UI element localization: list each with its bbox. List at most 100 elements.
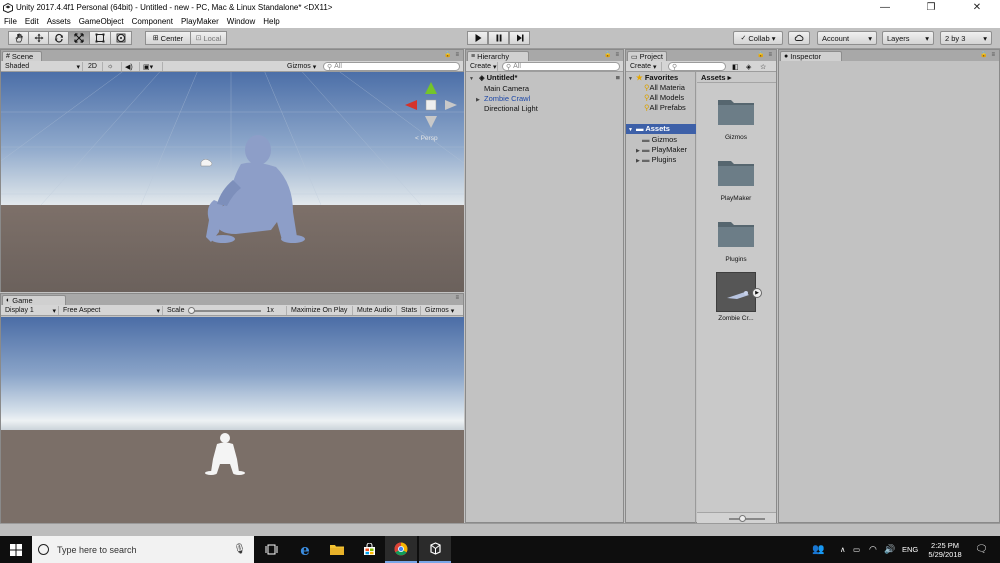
icon-size-slider-thumb[interactable] [739,515,747,522]
asset-folder-plugins[interactable]: Plugins [707,218,765,263]
microphone-icon[interactable]: 🎙 [233,544,246,555]
taskbar-store[interactable] [353,536,385,563]
layout-dropdown[interactable]: 2 by 3 ▾ [940,31,992,45]
play-button[interactable] [467,31,488,45]
scale-tool-button[interactable] [68,31,90,45]
scene-effects-dropdown[interactable]: ▣▾ [141,62,163,71]
close-window-button[interactable]: ✕ [954,0,1000,15]
step-button[interactable] [509,31,530,45]
hand-tool-button[interactable] [8,31,29,45]
collab-dropdown[interactable]: ✓ Collab ▾ [733,31,783,45]
caret-down-icon[interactable]: ▼ [469,76,477,82]
tab-inspector[interactable]: ● Inspector [780,51,842,61]
menu-gameobject[interactable]: GameObject [79,17,124,26]
rect-tool-button[interactable] [89,31,111,45]
start-button[interactable] [0,536,32,563]
tree-folder-plugins[interactable]: ▶ ▬ Plugins [636,155,676,164]
taskbar-file-explorer[interactable] [321,536,353,563]
assets-root-row[interactable]: ▼ ▬ Assets [626,124,696,134]
panel-menu-icon[interactable]: ≡ [455,295,460,301]
hierarchy-search-input[interactable]: ⚲ All [502,62,620,71]
panel-menu-icon[interactable]: 🔒 ≡ [444,51,460,58]
asset-folder-gizmos[interactable]: Gizmos [707,96,765,141]
projection-label[interactable]: < Persp [415,135,438,142]
filter-by-label-button[interactable]: ◈ [744,62,756,71]
maximize-on-play-toggle[interactable]: Maximize On Play [289,306,353,315]
mute-audio-toggle[interactable]: Mute Audio [355,306,397,315]
2d-mode-toggle[interactable]: 2D [86,62,103,71]
scene-root-row[interactable]: ▼ ◈ Untitled* ≡ [469,73,621,82]
panel-menu-icon[interactable]: 🔒 ≡ [604,51,620,58]
tab-scene[interactable]: # Scene [2,51,42,61]
scene-viewport[interactable]: < Persp [1,72,464,292]
taskbar-search-input[interactable]: Type here to search 🎙 [32,536,254,563]
maximize-button[interactable]: ❐ [908,0,954,15]
space-local-toggle[interactable]: ⊡ Local [190,31,227,45]
asset-model-zombie-crawl[interactable]: ▶ Zombie Cr... [707,272,765,322]
asset-folder-playmaker[interactable]: PlayMaker [707,157,765,202]
shading-mode-dropdown[interactable]: Shaded ▾ [3,62,83,71]
filter-by-type-button[interactable]: ◧ [730,62,742,71]
tab-hierarchy[interactable]: ≡ Hierarchy [467,51,529,61]
scene-gizmos-dropdown[interactable]: Gizmos ▾ [285,62,321,71]
menu-file[interactable]: File [4,17,17,26]
task-view-button[interactable] [255,536,287,563]
tray-language[interactable]: ENG [902,536,918,563]
minimize-button[interactable]: — [862,0,908,15]
panel-menu-icon[interactable]: 🔒 ≡ [757,51,773,58]
project-search-input[interactable]: ⚲ [668,62,726,71]
game-viewport[interactable] [1,317,464,523]
scene-audio-toggle[interactable]: ◀) [123,62,140,71]
stats-toggle[interactable]: Stats [399,306,421,315]
caret-down-icon[interactable]: ▼ [628,127,636,133]
aspect-dropdown[interactable]: Free Aspect ▾ [61,306,163,315]
display-dropdown[interactable]: Display 1 ▾ [3,306,59,315]
favorites-button[interactable]: ☆ [758,62,770,71]
project-create-dropdown[interactable]: Create ▾ [628,62,662,71]
game-gizmos-dropdown[interactable]: Gizmos ▾ [423,306,461,315]
tray-network[interactable]: ▭ [853,536,860,563]
transform-tool-button[interactable] [110,31,132,45]
hierarchy-item-zombie-crawl[interactable]: ▶ Zombie Crawl [476,94,530,103]
move-tool-button[interactable] [28,31,49,45]
pause-button[interactable] [488,31,509,45]
tree-folder-gizmos[interactable]: ▬ Gizmos [642,135,677,144]
tab-game[interactable]: ◐ Game [2,295,66,305]
scene-menu-icon[interactable]: ≡ [616,73,620,82]
layers-dropdown[interactable]: Layers ▾ [882,31,934,45]
show-hidden-icons-button[interactable]: ∧ [840,536,846,563]
expand-arrow-icon[interactable]: ▶ [752,288,762,298]
rotate-tool-button[interactable] [48,31,69,45]
scene-lighting-toggle[interactable]: ☼ [105,62,122,71]
action-center-button[interactable]: 🗨 [975,536,988,563]
favorite-item-models[interactable]: ⚲All Models [644,93,684,102]
tray-volume[interactable]: 🔊 [884,536,895,563]
hierarchy-item-directional-light[interactable]: Directional Light [484,104,538,113]
tab-project[interactable]: ▭ Project [627,51,667,61]
caret-right-icon[interactable]: ▶ [476,97,484,103]
favorite-item-prefabs[interactable]: ⚲All Prefabs [644,103,686,112]
menu-component[interactable]: Component [132,17,173,26]
hierarchy-item-main-camera[interactable]: Main Camera [484,84,529,93]
scene-search-input[interactable]: ⚲ All [323,62,460,71]
icon-size-slider[interactable] [729,515,765,522]
taskbar-unity[interactable] [419,536,451,563]
favorites-header[interactable]: ▼ ★ Favorites [628,73,678,82]
scale-slider-thumb[interactable] [187,306,195,314]
tree-folder-playmaker[interactable]: ▶ ▬ PlayMaker [636,145,687,154]
tray-wifi[interactable]: ◠ [869,536,877,563]
favorite-item-materials[interactable]: ⚲All Materia [644,83,685,92]
taskbar-chrome[interactable] [385,536,417,563]
hierarchy-create-dropdown[interactable]: Create ▾ [468,62,498,71]
account-dropdown[interactable]: Account ▾ [817,31,877,45]
scale-slider[interactable] [187,306,261,314]
menu-window[interactable]: Window [227,17,255,26]
people-button[interactable]: 👥 [812,536,824,563]
panel-menu-icon[interactable]: 🔒 ≡ [980,51,996,58]
taskbar-edge[interactable]: e [289,536,321,563]
tray-clock[interactable]: 2:25 PM 5/29/2018 [925,536,965,563]
cloud-services-button[interactable] [788,31,810,45]
menu-help[interactable]: Help [263,17,279,26]
menu-assets[interactable]: Assets [47,17,71,26]
asset-breadcrumb[interactable]: Assets ▸ [697,72,776,83]
